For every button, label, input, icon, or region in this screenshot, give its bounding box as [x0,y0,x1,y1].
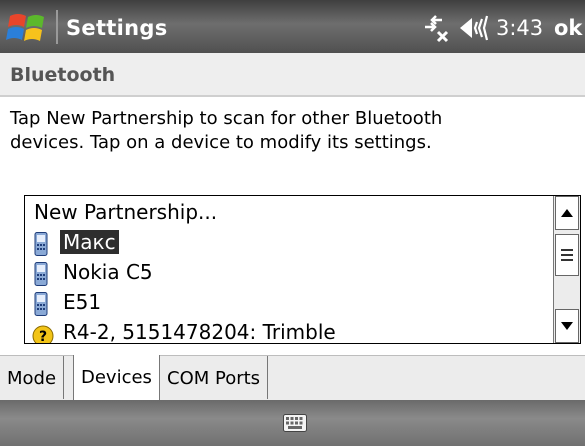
windows-start-icon[interactable] [6,10,52,46]
bottom-menu-bar [0,400,585,446]
phone-icon [34,232,48,256]
connectivity-icon[interactable] [420,15,450,43]
list-item-label: E51 [63,290,102,314]
title-separator [56,10,58,44]
arrow-up-icon [561,209,573,217]
ok-button[interactable]: ok [554,16,582,40]
scroll-up-button[interactable] [555,196,579,230]
grip-icon [561,249,573,261]
list-item-label: Nokia C5 [63,260,153,284]
tab-mode[interactable]: Mode [0,356,65,399]
page-title: Bluetooth [10,64,116,86]
tab-devices[interactable]: Devices [73,355,160,400]
keyboard-icon[interactable] [283,414,307,432]
tab-strip: Mode Devices COM Ports [0,355,585,401]
svg-text:?: ? [39,329,47,344]
clock[interactable]: 3:43 [496,16,543,40]
tab-com-ports[interactable]: COM Ports [160,356,269,399]
device-list[interactable]: New Partnership... Макс Nokia C5 E51 ? R… [24,195,581,344]
title-bar: Settings 3:43 ok [0,0,585,53]
instructions-text: Tap New Partnership to scan for other Bl… [10,108,443,153]
list-item-label: Макс [60,230,119,254]
question-icon: ? [32,325,54,344]
volume-icon[interactable] [458,15,492,41]
scroll-thumb[interactable] [555,234,579,276]
scroll-down-button[interactable] [555,309,579,343]
list-item-label: New Partnership... [34,200,218,224]
phone-icon [34,262,48,286]
section-header: Bluetooth [0,53,585,97]
list-item-label: R4-2, 5151478204: Trimble [63,320,336,344]
arrow-down-icon [561,322,573,330]
scrollbar[interactable] [553,196,580,343]
phone-icon [34,292,48,316]
app-title: Settings [66,16,168,40]
